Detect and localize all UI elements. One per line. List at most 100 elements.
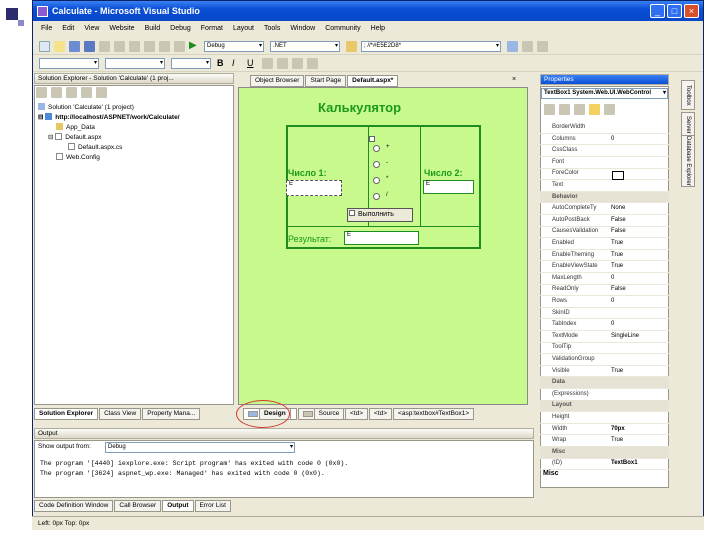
minimize-icon[interactable]: _	[650, 4, 665, 18]
underline-icon[interactable]: U	[247, 58, 258, 69]
property-row[interactable]: ForeColor	[540, 168, 669, 181]
property-row[interactable]: Rows 0	[540, 296, 669, 308]
property-row[interactable]: TabIndex 0	[540, 319, 669, 332]
italic-icon[interactable]: I	[232, 58, 243, 69]
bullets-icon[interactable]	[307, 57, 318, 69]
property-row[interactable]: Enabled True	[540, 238, 669, 250]
asp-config-icon[interactable]	[96, 87, 107, 98]
radio-minus[interactable]	[373, 161, 380, 168]
align-center-icon[interactable]	[277, 57, 288, 69]
property-row[interactable]: CausesValidation False	[540, 226, 669, 239]
property-pages-icon[interactable]	[604, 104, 615, 115]
tab-output[interactable]: Output	[162, 500, 194, 512]
menu-item-help[interactable]: Help	[371, 25, 385, 32]
menu-item-window[interactable]: Window	[290, 25, 315, 32]
property-row[interactable]: ToolTip	[540, 342, 669, 355]
tab-class-view[interactable]: Class View	[99, 408, 142, 420]
crumb-3[interactable]: <asp:textbox#TextBox1>	[393, 408, 475, 420]
property-row[interactable]: MaxLength 0	[540, 273, 669, 285]
tree-item-solution[interactable]: Solution 'Calculate' (1 project)	[38, 103, 238, 113]
menu-item-view[interactable]: View	[84, 25, 99, 32]
radio-multiply[interactable]	[373, 177, 380, 184]
property-row[interactable]: Height	[540, 412, 669, 424]
redo-icon[interactable]	[159, 40, 170, 52]
tab-source[interactable]: Source	[297, 408, 351, 420]
tree-item-web-config[interactable]: Web.Config	[38, 153, 238, 163]
property-row[interactable]: ReadOnly False	[540, 284, 669, 297]
menu-item-build[interactable]: Build	[145, 25, 161, 32]
undo-icon[interactable]	[144, 40, 155, 52]
open-file-icon[interactable]	[54, 40, 65, 52]
menu-item-layout[interactable]: Layout	[233, 25, 254, 32]
tab-start-page[interactable]: Start Page	[305, 75, 347, 87]
tab-default-aspx[interactable]: Default.aspx*	[347, 75, 399, 87]
property-row[interactable]: TextMode SingleLine	[540, 331, 669, 343]
copy-website-icon[interactable]	[81, 87, 92, 98]
properties-view-icon[interactable]	[574, 104, 585, 115]
block-format-combo[interactable]	[39, 57, 99, 69]
save-all-icon[interactable]	[84, 40, 95, 52]
close-document-icon[interactable]: ×	[512, 76, 516, 83]
tab-code-definition[interactable]: Code Definition Window	[34, 500, 114, 512]
menu-item-tools[interactable]: Tools	[264, 25, 280, 32]
property-row[interactable]: CssClass	[540, 145, 669, 158]
find-combo[interactable]: ; //*#E5E2D8*	[361, 40, 501, 52]
bold-icon[interactable]: B	[217, 58, 228, 69]
menu-item-edit[interactable]: Edit	[62, 25, 74, 32]
property-category[interactable]: Misc	[540, 446, 669, 459]
find-in-files-icon[interactable]	[346, 40, 357, 52]
font-size-combo[interactable]	[171, 57, 211, 69]
navigate-icon[interactable]	[174, 40, 185, 52]
property-row[interactable]: AutoPostBack False	[540, 215, 669, 227]
align-left-icon[interactable]	[262, 57, 273, 69]
maximize-icon[interactable]: □	[667, 4, 682, 18]
menu-item-debug[interactable]: Debug	[170, 25, 191, 32]
events-icon[interactable]	[589, 104, 600, 115]
textbox-result[interactable]: E	[344, 231, 419, 245]
property-row[interactable]: EnableViewState True	[540, 261, 669, 274]
alphabetical-icon[interactable]	[559, 104, 570, 115]
execute-button[interactable]: Выполнить	[347, 208, 413, 222]
toolbox-icon[interactable]	[537, 40, 548, 52]
forecolor-swatch[interactable]	[612, 171, 624, 180]
menu-item-website[interactable]: Website	[109, 25, 134, 32]
menu-item-file[interactable]: File	[41, 25, 52, 32]
output-source-combo[interactable]: Debug	[105, 442, 295, 453]
radio-plus[interactable]	[373, 145, 380, 152]
textbox1[interactable]: E	[286, 180, 342, 196]
tree-item-app-data[interactable]: App_Data	[38, 123, 238, 133]
solution-config-combo[interactable]: Debug	[204, 40, 264, 52]
tab-solution-explorer[interactable]: Solution Explorer	[34, 408, 99, 420]
side-tab-toolbox[interactable]: Toolbox	[681, 80, 695, 110]
tab-call-browser[interactable]: Call Browser	[114, 500, 162, 512]
align-right-icon[interactable]	[292, 57, 303, 69]
solution-platform-combo[interactable]: .NET	[270, 40, 340, 52]
font-name-combo[interactable]	[105, 57, 165, 69]
textbox2[interactable]: E	[423, 180, 474, 194]
save-icon[interactable]	[69, 40, 80, 52]
property-row[interactable]: Width 70px	[540, 424, 669, 436]
property-category[interactable]: Layout	[540, 400, 669, 413]
crumb-2[interactable]: <td>	[369, 408, 393, 420]
property-row[interactable]: ValidationGroup	[540, 354, 669, 366]
refresh-icon[interactable]	[51, 87, 62, 98]
property-category[interactable]: Data	[540, 377, 669, 390]
start-debug-icon[interactable]: ▶	[189, 40, 200, 52]
new-project-icon[interactable]	[39, 40, 50, 52]
tree-item-website[interactable]: ⊟ http://localhost/ASPNET/work/Calculate…	[38, 113, 238, 123]
solution-explorer-icon[interactable]	[507, 40, 518, 52]
property-row[interactable]: SkinID	[540, 308, 669, 320]
property-row[interactable]: EnableTheming True	[540, 250, 669, 262]
property-row[interactable]: AutoCompleteTy None	[540, 203, 669, 216]
tab-object-browser[interactable]: Object Browser	[250, 75, 305, 87]
property-category[interactable]: Behavior	[540, 191, 669, 204]
property-row[interactable]: Visible True	[540, 366, 669, 378]
side-tab-database-explorer[interactable]: Database Explorer	[681, 135, 695, 187]
close-icon[interactable]: ×	[684, 4, 699, 18]
paste-icon[interactable]	[129, 40, 140, 52]
tree-item-default-aspx[interactable]: ⊟ Default.aspx	[38, 133, 238, 143]
properties-object-combo[interactable]: TextBox1 System.Web.UI.WebControl	[541, 88, 668, 99]
tree-item-default-cs[interactable]: Default.aspx.cs	[38, 143, 238, 153]
tab-error-list[interactable]: Error List	[194, 500, 231, 512]
property-row[interactable]: Wrap True	[540, 435, 669, 448]
